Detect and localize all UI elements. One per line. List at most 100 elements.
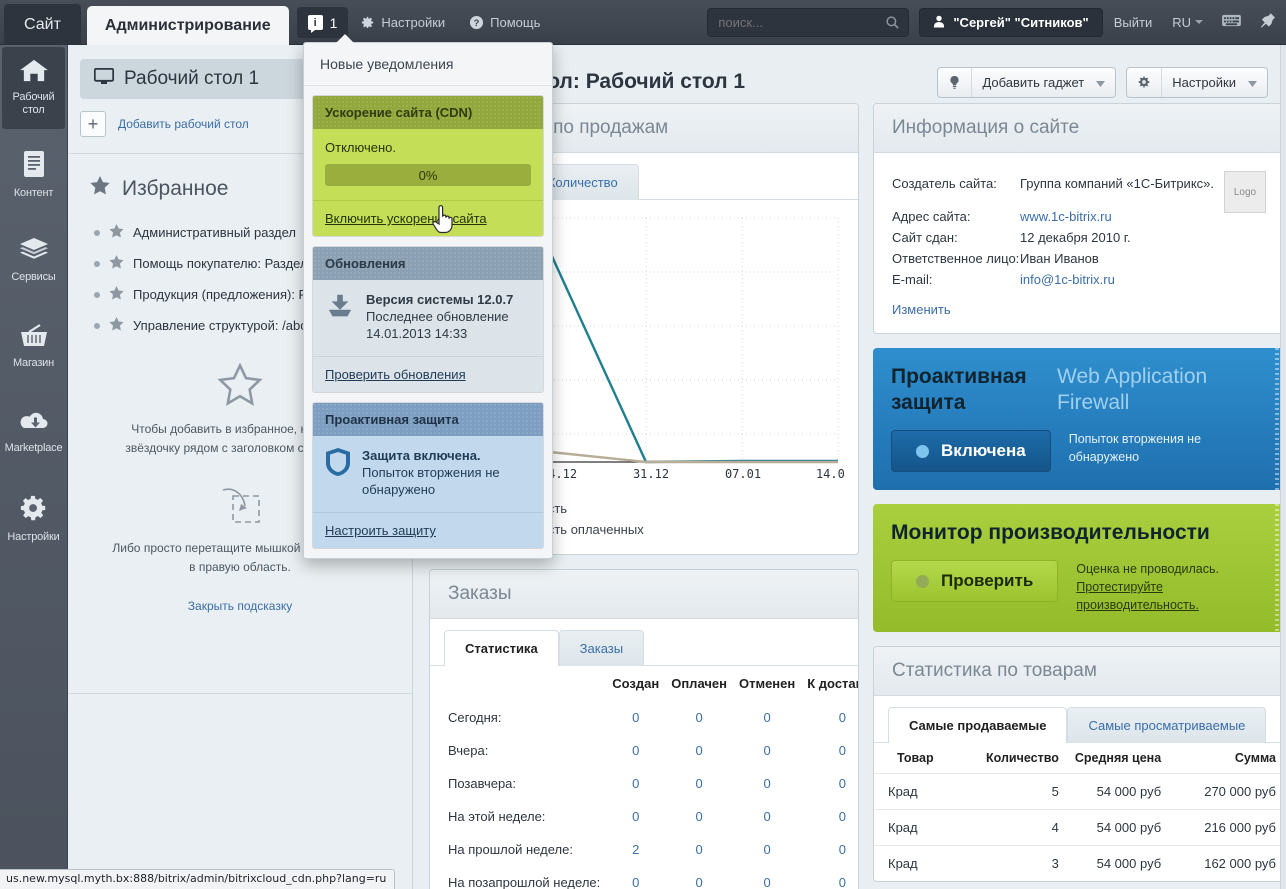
table-row: Вчера: 0 0 0 0 — [430, 734, 859, 767]
cell-paid[interactable]: 0 — [665, 800, 733, 833]
decorative-edge — [1275, 348, 1279, 490]
cell-paid[interactable]: 0 — [665, 701, 733, 734]
cell-product[interactable]: Крад — [874, 810, 951, 846]
gear-icon — [19, 493, 49, 527]
cell-cancelled[interactable]: 0 — [733, 833, 801, 866]
chevron-down-icon — [1246, 75, 1267, 90]
sidebar-item-marketplace[interactable]: Marketplace — [0, 389, 67, 475]
col-cancelled: Отменен — [733, 666, 801, 701]
chevron-down-icon — [1195, 20, 1203, 24]
left-rail: Рабочий стол Контент Сервисы Магазин Mar… — [0, 45, 68, 889]
info-row: Создатель сайта: Группа компаний «1С-Бит… — [892, 173, 1266, 194]
cell-created[interactable]: 0 — [606, 734, 665, 767]
site-info-edit-link[interactable]: Изменить — [892, 302, 951, 317]
pin-button[interactable] — [1251, 0, 1286, 44]
tab-orders-statistics[interactable]: Статистика — [444, 630, 559, 666]
cell-created[interactable]: 2 — [606, 833, 665, 866]
cell-paid[interactable]: 0 — [665, 866, 733, 889]
bullet-icon — [94, 292, 100, 298]
tab-administration[interactable]: Администрирование — [87, 6, 289, 45]
user-icon — [933, 15, 945, 31]
home-icon — [19, 59, 49, 87]
info-row: Ответственное лицо: Иван Иванов — [892, 248, 1266, 269]
waf-status-button[interactable]: Включена — [891, 430, 1051, 472]
dashboard-settings-label: Настройки — [1162, 75, 1246, 90]
logout-button[interactable]: Выйти — [1103, 0, 1164, 44]
sidebar-item-content[interactable]: Контент — [0, 131, 67, 217]
search-input[interactable] — [708, 9, 908, 36]
column-right: Информация о сайте Logo Создатель сайта:… — [873, 103, 1285, 889]
top-help-button[interactable]: ? Помощь — [457, 0, 552, 44]
waf-heading: Проактивная защита — [891, 364, 1041, 416]
svg-text:?: ? — [474, 17, 480, 27]
cell-sum: 270 000 руб — [1169, 774, 1284, 810]
language-selector[interactable]: RU — [1163, 0, 1212, 44]
sidebar-item-services[interactable]: Сервисы — [0, 217, 67, 303]
cell-to-deliver[interactable]: 0 — [801, 767, 859, 800]
add-desktop-link[interactable]: Добавить рабочий стол — [118, 117, 249, 131]
site-email-link[interactable]: info@1c-bitrix.ru — [1020, 269, 1115, 290]
table-row: Крад 5 54 000 руб 270 000 руб — [874, 774, 1284, 810]
cell-product[interactable]: Крад — [874, 774, 951, 810]
table-row: Крад 3 54 000 руб 162 000 руб — [874, 846, 1284, 882]
user-menu-button[interactable]: "Сергей" "Ситников" — [919, 8, 1102, 37]
cell-to-deliver[interactable]: 0 — [801, 734, 859, 767]
performance-check-button[interactable]: Проверить — [891, 560, 1058, 602]
tab-best-selling[interactable]: Самые продаваемые — [888, 707, 1067, 743]
cdn-card-body: Отключено. 0% — [313, 129, 543, 200]
tab-orders-list[interactable]: Заказы — [559, 630, 644, 666]
enable-cdn-link[interactable]: Включить ускорение сайта — [325, 211, 487, 226]
star-icon — [90, 176, 110, 201]
dropdown-arrow-icon — [336, 34, 354, 43]
add-desktop-button[interactable]: + — [80, 111, 106, 137]
cell-created[interactable]: 0 — [606, 866, 665, 889]
security-detail: Попыток вторжения не обнаружено — [362, 465, 500, 497]
tab-most-viewed[interactable]: Самые просматриваемые — [1067, 707, 1266, 743]
favorite-star-icon[interactable] — [109, 224, 124, 241]
cell-created[interactable]: 0 — [606, 701, 665, 734]
security-card-body: Защита включена. Попыток вторжения не об… — [313, 436, 543, 512]
search-box[interactable] — [707, 8, 909, 37]
cell-cancelled[interactable]: 0 — [733, 734, 801, 767]
favorite-star-icon[interactable] — [109, 317, 124, 334]
cell-created[interactable]: 0 — [606, 767, 665, 800]
cell-to-deliver[interactable]: 0 — [801, 833, 859, 866]
cell-cancelled[interactable]: 0 — [733, 701, 801, 734]
add-gadget-button[interactable]: Добавить гаджет — [937, 67, 1116, 98]
pin-icon — [1260, 12, 1277, 32]
top-settings-button[interactable]: Настройки — [348, 0, 457, 44]
keyboard-button[interactable] — [1212, 0, 1251, 44]
cell-cancelled[interactable]: 0 — [733, 866, 801, 889]
status-dot-icon — [916, 575, 929, 588]
cdn-notification-card: Ускорение сайта (CDN) Отключено. 0% Вклю… — [312, 95, 544, 237]
cell-paid[interactable]: 0 — [665, 734, 733, 767]
dashboard-settings-button[interactable]: Настройки — [1126, 67, 1268, 98]
cell-cancelled[interactable]: 0 — [733, 800, 801, 833]
cell-to-deliver[interactable]: 0 — [801, 866, 859, 889]
sidebar-item-settings[interactable]: Настройки — [0, 475, 67, 561]
vertical-scrollbar[interactable] — [1280, 45, 1286, 889]
cell-product[interactable]: Крад — [874, 846, 951, 882]
cell-paid[interactable]: 0 — [665, 767, 733, 800]
sidebar-item-shop[interactable]: Магазин — [0, 303, 67, 389]
performance-promo: Монитор производительности Проверить Оце… — [873, 504, 1285, 632]
table-row: Крад 4 54 000 руб 216 000 руб — [874, 810, 1284, 846]
performance-test-link[interactable]: Протестируйте производительность. — [1076, 580, 1199, 612]
site-url-link[interactable]: www.1c-bitrix.ru — [1020, 206, 1112, 227]
favorite-star-icon[interactable] — [109, 255, 124, 272]
site-info-body: Logo Создатель сайта: Группа компаний «1… — [874, 153, 1284, 333]
top-settings-label: Настройки — [381, 15, 445, 30]
cell-quantity: 3 — [951, 846, 1067, 882]
cell-to-deliver[interactable]: 0 — [801, 800, 859, 833]
lightbulb-icon — [938, 68, 972, 97]
close-hint-link[interactable]: Закрыть подсказку — [108, 599, 372, 613]
check-updates-link[interactable]: Проверить обновления — [325, 367, 466, 382]
cell-paid[interactable]: 0 — [665, 833, 733, 866]
sidebar-item-desktop[interactable]: Рабочий стол — [2, 47, 65, 129]
favorite-star-icon[interactable] — [109, 286, 124, 303]
cell-created[interactable]: 0 — [606, 800, 665, 833]
configure-security-link[interactable]: Настроить защиту — [325, 523, 436, 538]
cell-to-deliver[interactable]: 0 — [801, 701, 859, 734]
tab-site[interactable]: Сайт — [4, 4, 81, 45]
cell-cancelled[interactable]: 0 — [733, 767, 801, 800]
